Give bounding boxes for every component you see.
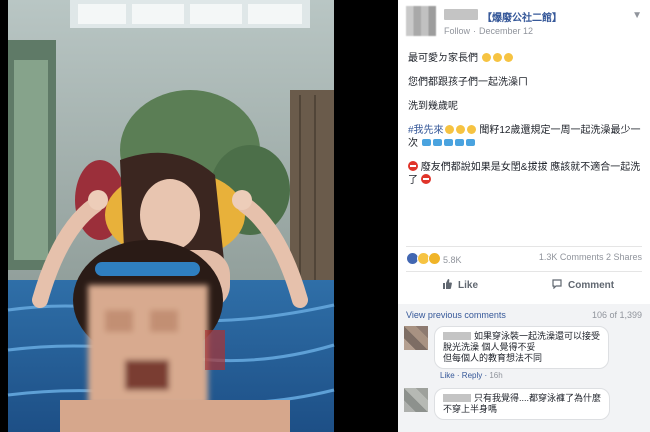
soap-emoji-icon	[432, 139, 442, 146]
comment-bubble: 如果穿泳裝一起洗澡還可以接受 脫光洗澡 個人覺得不妥 但每個人的教育想法不同	[434, 326, 610, 369]
post-line: 最可愛ㄉ家長們	[408, 53, 478, 64]
comment-button[interactable]: Comment	[552, 279, 614, 291]
blurred-name	[444, 9, 478, 20]
shares-count[interactable]: 2 Shares	[606, 252, 642, 262]
comments-count[interactable]: 1.3K Comments	[539, 252, 604, 262]
post-line: 廢友們都說如果是女閨&拔拔 應該就不適合一起洗了	[408, 162, 641, 186]
no-entry-icon	[408, 161, 418, 171]
page-name-link[interactable]: 【爆廢公社二館】	[482, 9, 562, 24]
comment-time[interactable]: 16h	[489, 371, 502, 380]
divider	[406, 246, 642, 247]
haha-reaction-icon[interactable]	[428, 252, 441, 265]
post-header: 【爆廢公社二館】 Follow · December 12 ▼	[406, 6, 644, 40]
pool-selfie-photo	[0, 0, 398, 432]
post-paragraph: 廢友們都說如果是女閨&拔拔 應該就不適合一起洗了	[408, 161, 642, 187]
commenter-avatar[interactable]	[404, 388, 428, 412]
chevron-down-icon[interactable]: ▼	[632, 10, 642, 21]
smile-emoji-icon	[503, 53, 513, 62]
blurred-name[interactable]	[443, 332, 471, 340]
post-panel: 【爆廢公社二館】 Follow · December 12 ▼ 最可愛ㄉ家長們 您們…	[398, 0, 650, 432]
comment-like-link[interactable]: Like	[440, 371, 455, 380]
divider	[406, 271, 642, 272]
soap-emoji-icon	[465, 139, 475, 146]
smile-emoji-icon	[492, 53, 502, 62]
face-emoji-icon	[444, 125, 454, 134]
reaction-count[interactable]: 5.8K	[443, 255, 462, 265]
post-paragraph: 您們都跟孩子們一起洗澡ㄇ	[408, 76, 642, 89]
commenter-avatar[interactable]	[404, 326, 428, 350]
comment-bubble-icon	[552, 279, 562, 289]
comment-line: 只有我覺得....都穿泳褲了為什麼	[443, 393, 601, 404]
post-body: 最可愛ㄉ家長們 您們都跟孩子們一起洗澡ㄇ 洗到幾歲呢 #我先來 聞籽12歲還規定…	[408, 52, 642, 198]
separator-dot: ·	[473, 26, 477, 36]
comment-line: 不穿上半身嗎	[443, 404, 498, 414]
thumbs-up-icon	[443, 279, 452, 289]
action-bar: Like Comment	[406, 276, 642, 296]
post-line: 洗到幾歲呢	[408, 101, 458, 112]
post-paragraph: #我先來 聞籽12歲還規定一周一起洗澡最少一次	[408, 124, 642, 150]
comment-label: Comment	[568, 280, 615, 291]
no-entry-icon	[420, 174, 431, 184]
post-date[interactable]: December 12	[479, 26, 533, 36]
comments-section: View previous comments 106 of 1,399 如果穿泳…	[398, 304, 650, 432]
post-paragraph: 最可愛ㄉ家長們	[408, 52, 642, 65]
comment-line: 脫光洗澡 個人覺得不妥	[443, 342, 536, 352]
comment-line: 但每個人的教育想法不同	[443, 353, 543, 363]
face-emoji-icon	[455, 125, 465, 134]
post-line: 您們都跟孩子們一起洗澡ㄇ	[408, 77, 528, 88]
post-paragraph: 洗到幾歲呢	[408, 100, 642, 113]
comment-count: 106 of 1,399	[591, 310, 642, 320]
hashtag-link[interactable]: #我先來	[408, 125, 444, 136]
face-emoji-icon	[466, 125, 476, 134]
comment-meta: Like · Reply · 16h	[440, 371, 503, 380]
follow-button[interactable]: Follow	[444, 26, 470, 36]
soap-emoji-icon	[421, 139, 431, 146]
view-previous-comments-link[interactable]: View previous comments	[406, 310, 506, 320]
comment-line: 如果穿泳裝一起洗澡還可以接受	[443, 331, 600, 342]
like-label: Like	[458, 280, 479, 291]
comment-share-counts: 1.3K Comments 2 Shares	[539, 252, 642, 262]
page-avatar[interactable]	[406, 6, 436, 36]
soap-emoji-icon	[454, 139, 464, 146]
blurred-name[interactable]	[443, 394, 471, 402]
comment-reply-link[interactable]: Reply	[462, 371, 482, 380]
post-photo[interactable]	[0, 0, 398, 432]
reaction-stats: 5.8K 1.3K Comments 2 Shares	[406, 252, 642, 266]
soap-emoji-icon	[443, 139, 453, 146]
smile-emoji-icon	[481, 53, 491, 62]
comment-bubble: 只有我覺得....都穿泳褲了為什麼 不穿上半身嗎	[434, 388, 611, 420]
like-button[interactable]: Like	[442, 279, 478, 291]
follow-row: Follow · December 12	[444, 26, 533, 36]
